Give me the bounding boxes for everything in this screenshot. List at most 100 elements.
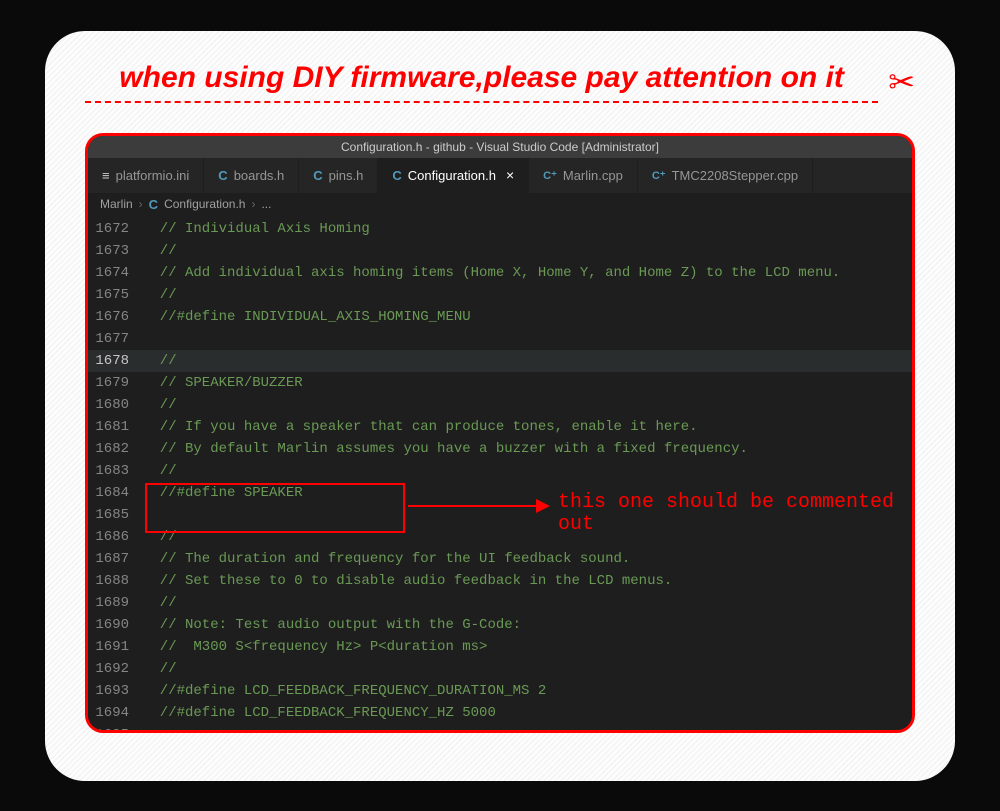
code-text: // xyxy=(143,350,912,372)
code-text: // Set these to 0 to disable audio feedb… xyxy=(143,570,912,592)
tab-platformio-ini[interactable]: ≡ platformio.ini xyxy=(88,158,204,193)
line-number: 1695 xyxy=(88,724,143,733)
code-text: //#define INDIVIDUAL_AXIS_HOMING_MENU xyxy=(143,306,912,328)
scissors-icon: ✂ xyxy=(888,66,915,98)
code-line: 1688 // Set these to 0 to disable audio … xyxy=(88,570,912,592)
tab-label: Marlin.cpp xyxy=(563,168,623,183)
line-number: 1691 xyxy=(88,636,143,658)
code-text: //#define SPEAKER xyxy=(143,482,912,504)
code-line: 1673 // xyxy=(88,240,912,262)
code-text xyxy=(143,724,912,733)
code-text: // The duration and frequency for the UI… xyxy=(143,548,912,570)
line-number: 1681 xyxy=(88,416,143,438)
tab-boards-h[interactable]: Cboards.h xyxy=(204,158,299,193)
code-line: 1686 // xyxy=(88,526,912,548)
code-text: // By default Marlin assumes you have a … xyxy=(143,438,912,460)
code-line: 1680 // xyxy=(88,394,912,416)
line-number: 1693 xyxy=(88,680,143,702)
c-file-icon: C xyxy=(149,197,158,212)
breadcrumb[interactable]: Marlin › C Configuration.h › ... xyxy=(88,193,912,216)
line-number: 1682 xyxy=(88,438,143,460)
code-line: 1677 xyxy=(88,328,912,350)
code-line: 1683 // xyxy=(88,460,912,482)
tab-bar: ≡platformio.iniCboards.hCpins.hCConfigur… xyxy=(88,158,912,193)
cpp-file-icon: C⁺ xyxy=(652,169,666,182)
document-card: when using DIY firmware,please pay atten… xyxy=(45,31,955,781)
line-number: 1675 xyxy=(88,284,143,306)
line-number: 1687 xyxy=(88,548,143,570)
code-line: 1675 // xyxy=(88,284,912,306)
code-text: // xyxy=(143,592,912,614)
line-number: 1678 xyxy=(88,350,143,372)
tab-label: boards.h xyxy=(234,168,285,183)
code-text: //#define LCD_FEEDBACK_FREQUENCY_HZ 5000 xyxy=(143,702,912,724)
line-number: 1689 xyxy=(88,592,143,614)
code-line: 1678 // xyxy=(88,350,912,372)
code-editor[interactable]: this one should be commented out 1672 //… xyxy=(88,216,912,733)
code-line: 1689 // xyxy=(88,592,912,614)
code-text xyxy=(143,328,912,350)
tab-Marlin-cpp[interactable]: C⁺ Marlin.cpp xyxy=(529,158,638,193)
line-number: 1694 xyxy=(88,702,143,724)
c-file-icon: C xyxy=(313,168,322,183)
code-text: // Individual Axis Homing xyxy=(143,218,912,240)
code-line: 1679 // SPEAKER/BUZZER xyxy=(88,372,912,394)
line-number: 1673 xyxy=(88,240,143,262)
code-line: 1692 // xyxy=(88,658,912,680)
tab-label: pins.h xyxy=(329,168,364,183)
close-icon[interactable]: × xyxy=(506,167,514,183)
code-line: 1693 //#define LCD_FEEDBACK_FREQUENCY_DU… xyxy=(88,680,912,702)
line-number: 1685 xyxy=(88,504,143,526)
tab-Configuration-h[interactable]: C Configuration.h × xyxy=(378,158,529,193)
chevron-right-icon: › xyxy=(251,197,255,211)
headline-row: when using DIY firmware,please pay atten… xyxy=(85,61,915,103)
code-text: // xyxy=(143,284,912,306)
code-text: // xyxy=(143,394,912,416)
breadcrumb-file: Configuration.h xyxy=(164,197,245,211)
code-line: 1690 // Note: Test audio output with the… xyxy=(88,614,912,636)
line-number: 1690 xyxy=(88,614,143,636)
tab-label: platformio.ini xyxy=(116,168,190,183)
code-line: 1691 // M300 S<frequency Hz> P<duration … xyxy=(88,636,912,658)
code-line: 1695 xyxy=(88,724,912,733)
breadcrumb-root: Marlin xyxy=(100,197,133,211)
c-file-icon: C xyxy=(218,168,227,183)
editor-frame: Configuration.h - github - Visual Studio… xyxy=(85,133,915,733)
code-line: 1674 // Add individual axis homing items… xyxy=(88,262,912,284)
window-title: Configuration.h - github - Visual Studio… xyxy=(88,136,912,158)
line-number: 1677 xyxy=(88,328,143,350)
line-number: 1674 xyxy=(88,262,143,284)
headline-text: when using DIY firmware,please pay atten… xyxy=(85,61,878,103)
cpp-file-icon: C⁺ xyxy=(543,169,557,182)
line-number: 1680 xyxy=(88,394,143,416)
code-line: 1687 // The duration and frequency for t… xyxy=(88,548,912,570)
c-file-icon: C xyxy=(392,168,401,183)
line-number: 1676 xyxy=(88,306,143,328)
code-line: 1694 //#define LCD_FEEDBACK_FREQUENCY_HZ… xyxy=(88,702,912,724)
line-number: 1686 xyxy=(88,526,143,548)
code-text: // xyxy=(143,240,912,262)
breadcrumb-more: ... xyxy=(261,197,271,211)
ini-file-icon: ≡ xyxy=(102,168,110,183)
tab-TMC2208Stepper-cpp[interactable]: C⁺ TMC2208Stepper.cpp xyxy=(638,158,813,193)
code-text: // Note: Test audio output with the G-Co… xyxy=(143,614,912,636)
line-number: 1684 xyxy=(88,482,143,504)
line-number: 1692 xyxy=(88,658,143,680)
line-number: 1683 xyxy=(88,460,143,482)
line-number: 1679 xyxy=(88,372,143,394)
code-text: // Add individual axis homing items (Hom… xyxy=(143,262,912,284)
tab-label: TMC2208Stepper.cpp xyxy=(672,168,798,183)
code-line: 1684 //#define SPEAKER xyxy=(88,482,912,504)
code-text: //#define LCD_FEEDBACK_FREQUENCY_DURATIO… xyxy=(143,680,912,702)
line-number: 1672 xyxy=(88,218,143,240)
code-text: // SPEAKER/BUZZER xyxy=(143,372,912,394)
code-text xyxy=(143,504,912,526)
tab-pins-h[interactable]: Cpins.h xyxy=(299,158,378,193)
code-line: 1681 // If you have a speaker that can p… xyxy=(88,416,912,438)
tab-label: Configuration.h xyxy=(408,168,496,183)
code-line: 1676 //#define INDIVIDUAL_AXIS_HOMING_ME… xyxy=(88,306,912,328)
chevron-right-icon: › xyxy=(139,197,143,211)
code-line: 1682 // By default Marlin assumes you ha… xyxy=(88,438,912,460)
code-text: // xyxy=(143,460,912,482)
code-text: // xyxy=(143,658,912,680)
